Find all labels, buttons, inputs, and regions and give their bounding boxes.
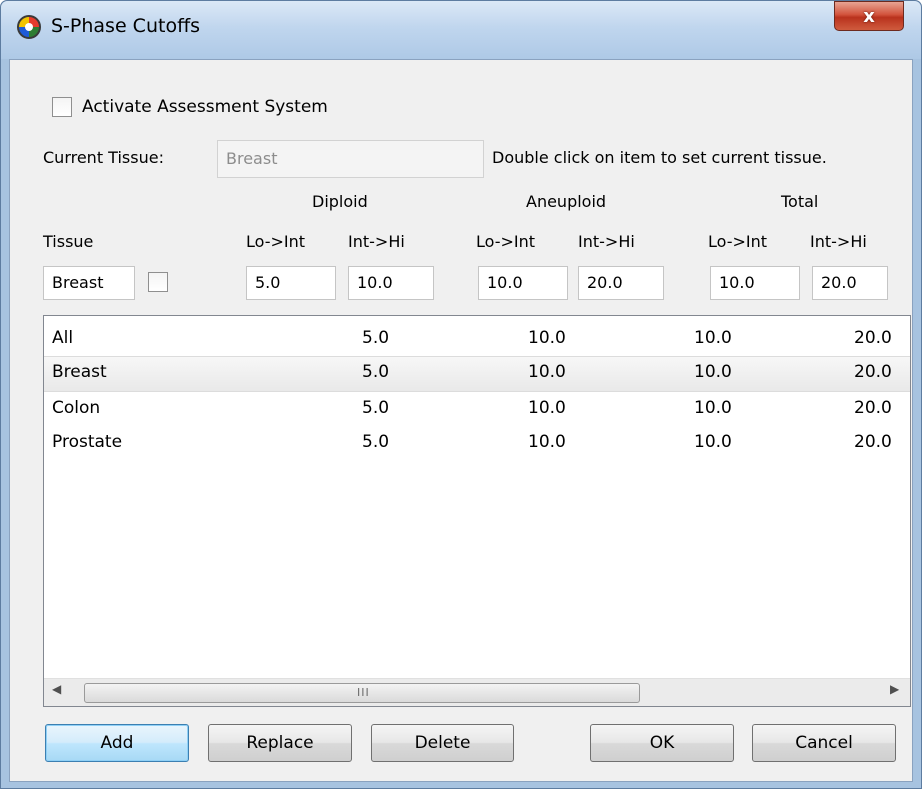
activate-assessment-label: Activate Assessment System xyxy=(82,97,328,117)
ok-button[interactable]: OK xyxy=(590,724,734,762)
list-item-value: 20.0 xyxy=(854,398,892,418)
replace-button[interactable]: Replace xyxy=(208,724,352,762)
list-item[interactable]: All 5.0 10.0 10.0 20.0 xyxy=(44,322,910,358)
total-group-label: Total xyxy=(781,192,819,211)
list-item-value: 20.0 xyxy=(854,432,892,452)
diploid-int-hi-header: Int->Hi xyxy=(348,232,405,251)
cancel-button[interactable]: Cancel xyxy=(752,724,896,762)
list-item-tissue: Breast xyxy=(52,362,107,382)
list-item-value: 10.0 xyxy=(694,432,732,452)
total-lo-int-header: Lo->Int xyxy=(708,232,768,251)
list-item-value: 5.0 xyxy=(362,328,390,348)
list-item-value: 10.0 xyxy=(528,398,566,418)
list-item-value: 5.0 xyxy=(362,362,390,382)
close-icon: x xyxy=(863,5,875,27)
list-item-value: 10.0 xyxy=(528,432,566,452)
list-item-value: 20.0 xyxy=(854,328,892,348)
diploid-lo-int-input[interactable]: 5.0 xyxy=(246,266,336,300)
scroll-left-arrow-icon[interactable]: ◀ xyxy=(52,682,61,696)
list-item-value: 10.0 xyxy=(694,328,732,348)
aneuploid-lo-int-header: Lo->Int xyxy=(476,232,536,251)
aneuploid-int-hi-header: Int->Hi xyxy=(578,232,635,251)
total-int-hi-header: Int->Hi xyxy=(810,232,867,251)
aneuploid-int-hi-input[interactable]: 20.0 xyxy=(578,266,664,300)
dialog-client-area: Activate Assessment System Current Tissu… xyxy=(9,59,913,782)
list-item-value: 10.0 xyxy=(528,328,566,348)
current-tissue-hint: Double click on item to set current tiss… xyxy=(492,148,827,167)
dialog-window: S-Phase Cutoffs x Activate Assessment Sy… xyxy=(0,0,922,789)
tissue-column-header: Tissue xyxy=(43,232,94,251)
window-title: S-Phase Cutoffs xyxy=(51,15,201,37)
list-item-value: 10.0 xyxy=(694,362,732,382)
diploid-int-hi-input[interactable]: 10.0 xyxy=(348,266,434,300)
title-bar[interactable]: S-Phase Cutoffs x xyxy=(1,1,921,59)
list-item[interactable]: Prostate 5.0 10.0 10.0 20.0 xyxy=(44,426,910,462)
list-item-tissue: Colon xyxy=(52,398,101,418)
horizontal-scrollbar[interactable]: ◀ III ▶ xyxy=(44,678,910,706)
diploid-group-label: Diploid xyxy=(312,192,368,211)
tissue-name-input[interactable]: Breast xyxy=(43,266,135,300)
list-item-selected[interactable]: Breast 5.0 10.0 10.0 20.0 xyxy=(44,356,910,392)
diploid-lo-int-header: Lo->Int xyxy=(246,232,306,251)
total-int-hi-input[interactable]: 20.0 xyxy=(812,266,888,300)
list-item-value: 5.0 xyxy=(362,398,390,418)
list-item-value: 10.0 xyxy=(528,362,566,382)
scrollbar-thumb[interactable]: III xyxy=(84,683,640,703)
close-button[interactable]: x xyxy=(834,1,904,31)
list-item-value: 20.0 xyxy=(854,362,892,382)
aneuploid-group-label: Aneuploid xyxy=(526,192,607,211)
app-logo-icon xyxy=(17,15,41,39)
list-item-tissue: All xyxy=(52,328,74,348)
list-item[interactable]: Colon 5.0 10.0 10.0 20.0 xyxy=(44,392,910,428)
list-item-value: 10.0 xyxy=(694,398,732,418)
tissue-cutoffs-list[interactable]: All 5.0 10.0 10.0 20.0 Breast 5.0 10.0 1… xyxy=(43,315,911,707)
current-tissue-field: Breast xyxy=(217,140,484,178)
current-tissue-label: Current Tissue: xyxy=(43,148,164,167)
aneuploid-lo-int-input[interactable]: 10.0 xyxy=(478,266,568,300)
tissue-flag-checkbox[interactable] xyxy=(148,272,168,292)
add-button[interactable]: Add xyxy=(45,724,189,762)
scroll-right-arrow-icon[interactable]: ▶ xyxy=(890,682,899,696)
delete-button[interactable]: Delete xyxy=(371,724,514,762)
total-lo-int-input[interactable]: 10.0 xyxy=(710,266,800,300)
scrollbar-grip: III xyxy=(357,686,370,699)
list-item-value: 5.0 xyxy=(362,432,390,452)
activate-assessment-checkbox[interactable] xyxy=(52,97,72,117)
list-item-tissue: Prostate xyxy=(52,432,123,452)
